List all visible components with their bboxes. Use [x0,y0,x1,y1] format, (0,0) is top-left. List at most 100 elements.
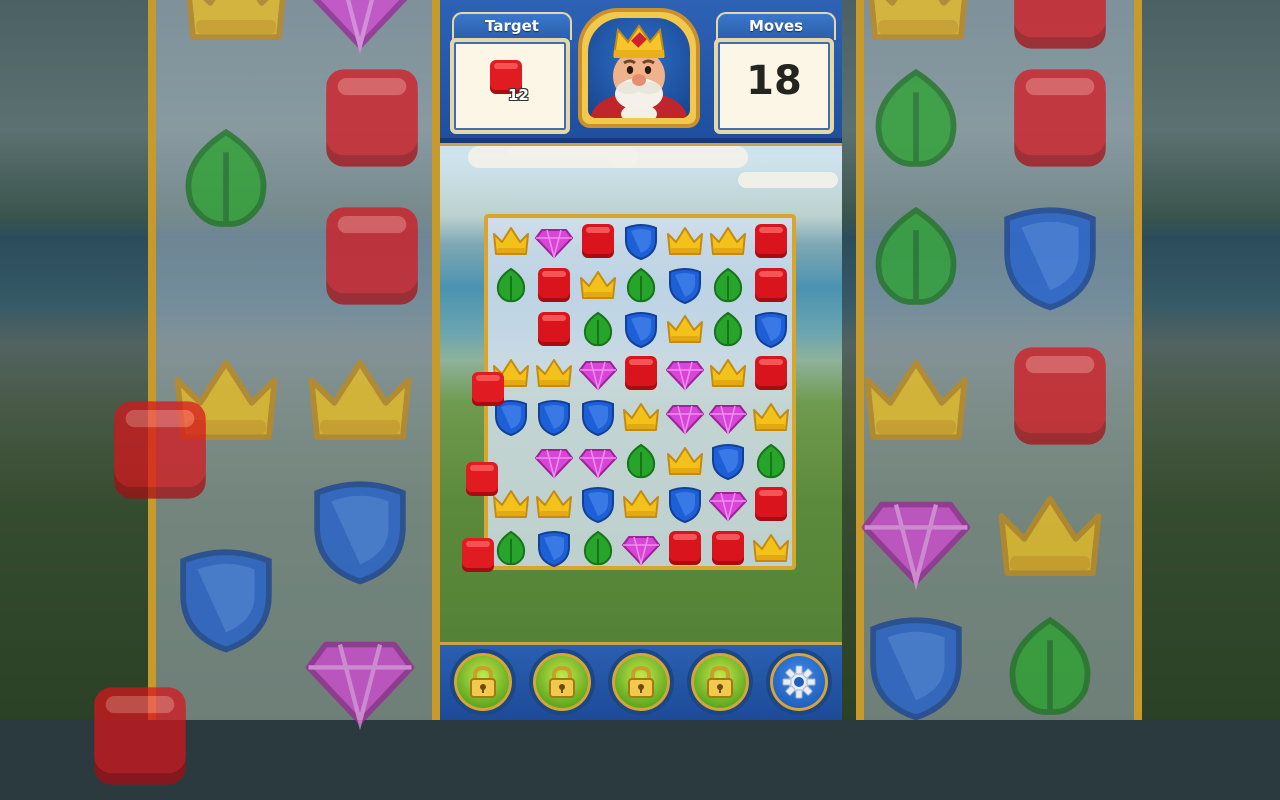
tile-gem[interactable] [620,527,662,569]
moves-label: Moves [716,12,836,40]
tile-leaf[interactable] [577,308,619,350]
target-box: 12 [450,38,570,134]
tile-shield[interactable] [533,396,575,438]
tile-crown[interactable] [620,483,662,525]
tile-leaf[interactable] [577,527,619,569]
tile-crown[interactable] [533,352,575,394]
tile-leaf[interactable] [750,440,792,482]
falling-red-box[interactable] [470,370,506,408]
padlock-icon [549,665,575,698]
booster-bar [438,642,842,720]
tile-gem[interactable] [664,352,706,394]
tile-gem[interactable] [533,440,575,482]
tile-gem[interactable] [577,352,619,394]
tile-crown[interactable] [664,440,706,482]
gear-icon [782,665,816,699]
tile-leaf[interactable] [707,264,749,306]
background-crown [300,340,420,460]
tile-box[interactable] [533,264,575,306]
tile-gem[interactable] [533,220,575,262]
tile-crown[interactable] [533,483,575,525]
tile-shield[interactable] [707,440,749,482]
tile-box[interactable] [750,264,792,306]
tile-crown[interactable] [577,264,619,306]
background-leaf [856,58,976,178]
tile-crown[interactable] [707,352,749,394]
target-label: Target [452,12,572,40]
locked-booster-button[interactable] [450,649,516,715]
tile-box[interactable] [620,352,662,394]
background-box [1000,336,1120,456]
background-crown [176,0,296,60]
locked-booster-button[interactable] [608,649,674,715]
tile-crown[interactable] [620,396,662,438]
background-shield [990,196,1110,316]
locked-booster-button[interactable] [687,649,753,715]
background-shield [300,470,420,590]
king-icon [591,24,687,118]
tile-crown[interactable] [664,220,706,262]
target-panel: Target 12 [450,12,572,134]
tile-box[interactable] [577,220,619,262]
king-avatar [588,18,690,118]
background-gem [856,476,976,596]
tile-leaf[interactable] [620,440,662,482]
background-shield [856,606,976,726]
falling-red-box[interactable] [464,460,500,498]
tile-leaf[interactable] [490,264,532,306]
tile-gem[interactable] [577,440,619,482]
tile-shield[interactable] [533,527,575,569]
padlock-icon [470,665,496,698]
tile-gem[interactable] [707,483,749,525]
game-screen: Target 12 Moves 18 [438,0,842,720]
background-shield [166,538,286,658]
tile-shield[interactable] [577,396,619,438]
background-box [80,676,200,796]
tile-gem[interactable] [707,396,749,438]
background-crown [990,476,1110,596]
tile-crown[interactable] [750,396,792,438]
moves-box: 18 [714,38,834,134]
top-hud: Target 12 Moves 18 [438,0,842,143]
background-box [100,390,220,510]
tile-box[interactable] [750,352,792,394]
settings-button[interactable] [766,649,832,715]
target-count: 12 [508,86,529,104]
tile-leaf[interactable] [620,264,662,306]
falling-red-box[interactable] [460,536,496,574]
background-crown [858,0,978,60]
background-leaf [856,196,976,316]
background-gem [300,0,420,60]
background-crown [856,340,976,460]
tile-shield[interactable] [664,483,706,525]
tile-box[interactable] [750,220,792,262]
cloud [608,146,748,168]
king-portrait[interactable] [578,8,700,128]
tile-crown[interactable] [707,220,749,262]
tile-shield[interactable] [750,308,792,350]
tile-box[interactable] [750,483,792,525]
tile-leaf[interactable] [707,308,749,350]
background-leaf [166,118,286,238]
background-box [1000,0,1120,60]
game-board [484,214,796,570]
tile-crown[interactable] [490,220,532,262]
tile-shield[interactable] [620,220,662,262]
tile-box[interactable] [707,527,749,569]
tile-box[interactable] [664,527,706,569]
background-box [312,58,432,178]
tile-shield[interactable] [664,264,706,306]
moves-count: 18 [746,58,802,104]
padlock-icon [628,665,654,698]
tile-leaf[interactable] [490,527,532,569]
tile-gem[interactable] [664,396,706,438]
cloud [738,172,838,188]
padlock-icon [707,665,733,698]
tile-crown[interactable] [750,527,792,569]
background-box [312,196,432,316]
tile-crown[interactable] [664,308,706,350]
tile-shield[interactable] [620,308,662,350]
locked-booster-button[interactable] [529,649,595,715]
tile-box[interactable] [533,308,575,350]
tile-shield[interactable] [577,483,619,525]
